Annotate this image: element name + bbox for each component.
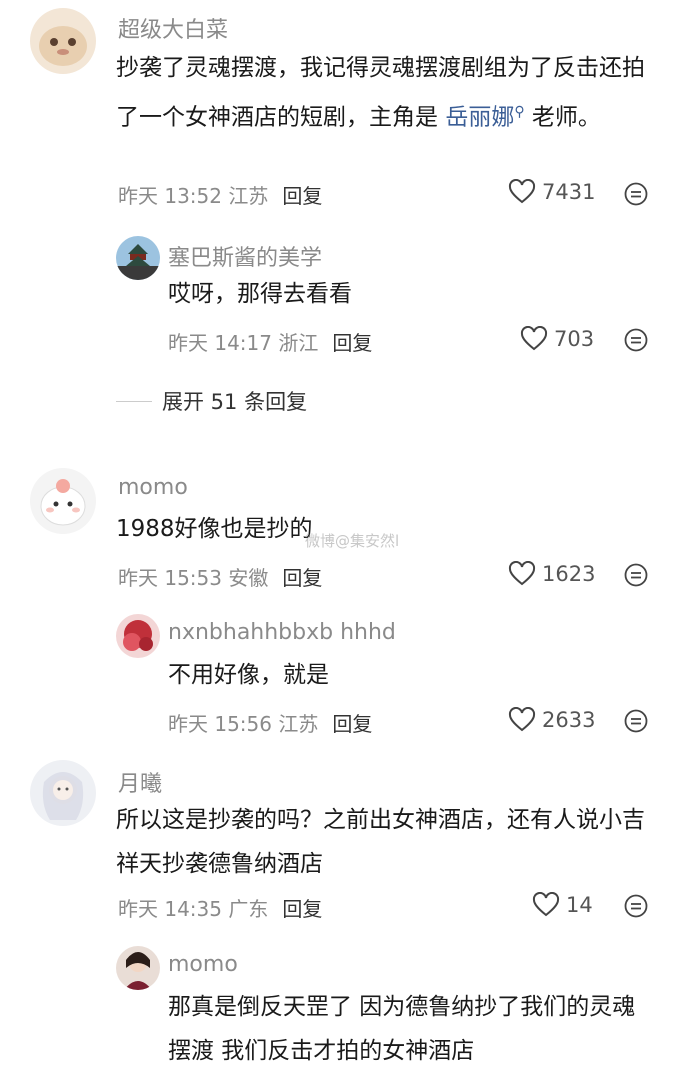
comment-text: 所以这是抄袭的吗？之前出女神酒店，还有人说小吉祥天抄袭德鲁纳酒店 bbox=[116, 807, 645, 877]
expand-replies-button[interactable]: 展开 51 条回复 bbox=[116, 386, 307, 416]
comment-meta: 昨天 14:35 广东 回复 bbox=[118, 893, 322, 922]
username[interactable]: 塞巴斯酱的美学 bbox=[168, 240, 322, 272]
comment-more-icon[interactable] bbox=[624, 563, 648, 587]
timestamp: 昨天 14:17 浙江 bbox=[168, 331, 319, 355]
reply-meta: 昨天 15:56 江苏 回复 bbox=[168, 708, 372, 737]
username[interactable]: momo bbox=[168, 952, 238, 977]
avatar[interactable] bbox=[30, 468, 96, 534]
comment-more-icon[interactable] bbox=[624, 894, 648, 918]
reply-text: 哎呀，那得去看看 bbox=[168, 281, 352, 307]
comment-meta: 昨天 15:53 安徽 回复 bbox=[118, 562, 322, 591]
timestamp: 昨天 15:56 江苏 bbox=[168, 712, 319, 736]
timestamp: 昨天 15:53 安徽 bbox=[118, 566, 269, 590]
search-icon: ⚲ bbox=[514, 104, 525, 120]
comment-more-icon[interactable] bbox=[624, 182, 648, 206]
like-button[interactable]: 7431 bbox=[508, 179, 595, 205]
avatar[interactable] bbox=[116, 614, 160, 658]
username[interactable]: 超级大白菜 bbox=[118, 12, 228, 44]
reply-text: 那真是倒反天罡了 因为德鲁纳抄了我们的灵魂摆渡 我们反击才拍的女神酒店 bbox=[168, 994, 636, 1064]
like-count: 7431 bbox=[542, 180, 596, 204]
like-count: 1623 bbox=[542, 562, 596, 586]
reply-meta: 昨天 14:17 浙江 回复 bbox=[168, 327, 372, 356]
avatar[interactable] bbox=[30, 8, 96, 74]
heart-icon bbox=[520, 326, 548, 351]
username[interactable]: nxnbhahhbbxb hhhd bbox=[168, 620, 396, 645]
comment-more-icon[interactable] bbox=[624, 328, 648, 352]
comment-text: 抄袭了灵魂摆渡，我记得灵魂摆渡剧组为了反击还拍了一个女神酒店的短剧，主角是 岳丽… bbox=[116, 46, 666, 140]
timestamp: 昨天 13:52 江苏 bbox=[118, 184, 269, 208]
comment-text-part: 老师。 bbox=[524, 104, 601, 131]
like-count: 2633 bbox=[542, 708, 596, 732]
like-button[interactable]: 703 bbox=[520, 326, 594, 352]
reply-button[interactable]: 回复 bbox=[282, 897, 322, 921]
heart-icon bbox=[508, 561, 536, 586]
like-count: 14 bbox=[566, 893, 593, 917]
comment-more-icon[interactable] bbox=[624, 709, 648, 733]
like-button[interactable]: 1623 bbox=[508, 561, 595, 587]
like-button[interactable]: 2633 bbox=[508, 707, 595, 733]
reply-button[interactable]: 回复 bbox=[282, 566, 322, 590]
heart-icon bbox=[532, 892, 560, 917]
reply-text: 不用好像，就是 bbox=[168, 662, 329, 688]
heart-icon bbox=[508, 179, 536, 204]
comment-meta: 昨天 13:52 江苏 回复 bbox=[118, 180, 322, 209]
mention-link[interactable]: 岳丽娜 bbox=[445, 105, 514, 131]
reply-button[interactable]: 回复 bbox=[282, 184, 322, 208]
divider bbox=[116, 400, 152, 402]
expand-replies-label: 展开 51 条回复 bbox=[162, 390, 308, 414]
avatar[interactable] bbox=[30, 760, 96, 826]
username[interactable]: momo bbox=[118, 475, 188, 500]
avatar[interactable] bbox=[116, 946, 160, 990]
reply-button[interactable]: 回复 bbox=[332, 331, 372, 355]
username[interactable]: 月曦 bbox=[118, 766, 162, 798]
like-count: 703 bbox=[554, 327, 595, 351]
like-button[interactable]: 14 bbox=[532, 892, 593, 918]
timestamp: 昨天 14:35 广东 bbox=[118, 897, 269, 921]
watermark: 微博@集安然l bbox=[305, 532, 400, 550]
reply-button[interactable]: 回复 bbox=[332, 712, 372, 736]
avatar[interactable] bbox=[116, 236, 160, 280]
heart-icon bbox=[508, 707, 536, 732]
